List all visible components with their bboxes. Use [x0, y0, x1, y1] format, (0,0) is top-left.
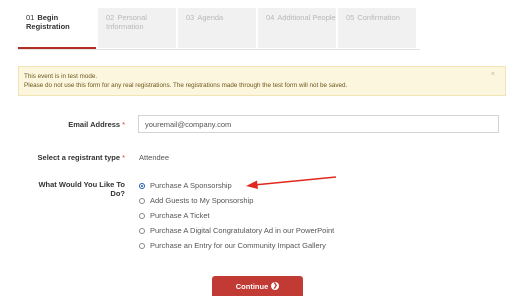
step-number: 03	[186, 13, 195, 22]
option-digital-ad[interactable]: Purchase A Digital Congratulatory Ad in …	[139, 225, 334, 236]
step-label: Additional People	[277, 13, 336, 22]
email-label-text: Email Address	[68, 120, 121, 129]
radio-checked-icon[interactable]	[139, 182, 145, 189]
email-label: Email Address *	[68, 120, 125, 129]
step-additional-people[interactable]: 04 Additional People	[258, 8, 336, 48]
required-mark: *	[122, 153, 125, 162]
alert-title: This event is in test mode.	[24, 73, 98, 80]
option-label: Purchase A Digital Congratulatory Ad in …	[150, 226, 335, 235]
registrant-type-value: Attendee	[139, 153, 170, 162]
radio-icon[interactable]	[139, 197, 145, 204]
chevron-right-icon: ❯	[271, 282, 280, 290]
step-label: Agenda	[197, 13, 224, 22]
active-step-indicator	[18, 47, 96, 49]
radio-icon[interactable]	[139, 212, 145, 219]
email-field[interactable]	[138, 115, 499, 133]
step-number: 05	[346, 13, 355, 22]
step-begin-registration[interactable]: 01 Begin Registration	[18, 8, 96, 48]
option-label: Purchase an Entry for our Community Impa…	[150, 241, 326, 250]
radio-icon[interactable]	[139, 242, 145, 249]
continue-button[interactable]: Continue ❯	[212, 276, 303, 296]
annotation-arrow-icon	[246, 176, 337, 189]
steps-divider	[18, 49, 420, 50]
option-purchase-ticket[interactable]: Purchase A Ticket	[139, 210, 210, 221]
option-label: Purchase A Ticket	[150, 211, 210, 220]
continue-button-label: Continue	[235, 281, 269, 291]
action-choice-label: What Would You Like To Do?	[38, 180, 125, 198]
step-number: 04	[266, 13, 275, 22]
radio-icon[interactable]	[139, 227, 145, 234]
step-confirmation[interactable]: 05 Confirmation	[338, 8, 416, 48]
alert-message: Please do not use this form for any real…	[24, 81, 348, 89]
option-label: Add Guests to My Sponsorship	[150, 196, 254, 205]
registration-steps: 01 Begin Registration 02 Personal Informat…	[18, 8, 418, 48]
option-add-guests[interactable]: Add Guests to My Sponsorship	[139, 195, 253, 206]
step-agenda[interactable]: 03 Agenda	[178, 8, 256, 48]
option-label: Purchase A Sponsorship	[150, 181, 232, 190]
registrant-type-label: Select a registrant type *	[38, 153, 125, 162]
step-personal-information[interactable]: 02 Personal Information	[98, 8, 176, 48]
test-mode-alert: This event is in test mode. Please do no…	[18, 66, 506, 96]
close-icon[interactable]: ×	[491, 71, 495, 80]
step-label: Confirmation	[357, 13, 400, 22]
required-mark: *	[122, 120, 125, 129]
option-community-gallery[interactable]: Purchase an Entry for our Community Impa…	[139, 240, 326, 251]
option-purchase-sponsorship[interactable]: Purchase A Sponsorship	[139, 180, 232, 191]
registrant-type-label-text: Select a registrant type	[37, 153, 121, 162]
